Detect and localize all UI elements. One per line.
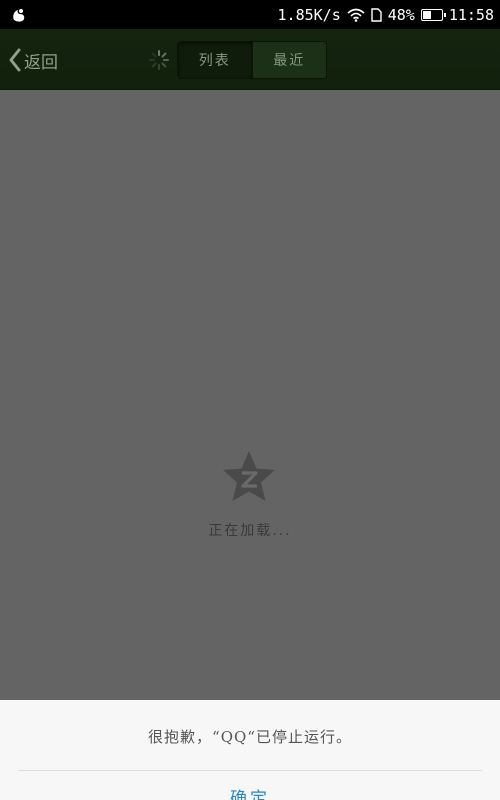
tab-recent-label: 最近 (273, 53, 306, 69)
wifi-icon (347, 8, 365, 22)
dialog-divider (18, 770, 482, 771)
tab-list[interactable]: 列表 (178, 42, 252, 78)
app-screen: 1.85K/s 48% 11:58 返回 列表 最近 正在加载... 很抱歉，“… (0, 0, 500, 800)
status-indicators: 1.85K/s 48% 11:58 (278, 0, 494, 29)
sim-card-icon (371, 7, 382, 22)
status-bar: 1.85K/s 48% 11:58 (0, 0, 500, 29)
back-label: 返回 (24, 52, 58, 73)
view-tabs: 列表 最近 (177, 41, 327, 79)
error-dialog: 很抱歉，“QQ“已停止运行。 确定 (0, 700, 500, 800)
chevron-left-icon (9, 48, 21, 72)
battery-icon (420, 8, 446, 21)
battery-percent: 48% (387, 5, 415, 24)
network-speed: 1.85K/s (277, 5, 341, 24)
back-button[interactable]: 返回 (8, 43, 58, 77)
loading-text: 正在加载... (208, 523, 292, 539)
battery-level (422, 10, 431, 19)
qzone-star-icon (223, 451, 275, 501)
ok-button[interactable]: 确定 (0, 784, 500, 800)
title-bar: 返回 列表 最近 (0, 29, 500, 90)
clock: 11:58 (448, 5, 494, 24)
loading-spinner-icon (149, 50, 169, 70)
squirrel-icon (13, 9, 25, 22)
dialog-message: 很抱歉，“QQ“已停止运行。 (148, 728, 352, 746)
tab-list-label: 列表 (198, 53, 231, 69)
tab-recent[interactable]: 最近 (251, 42, 326, 78)
